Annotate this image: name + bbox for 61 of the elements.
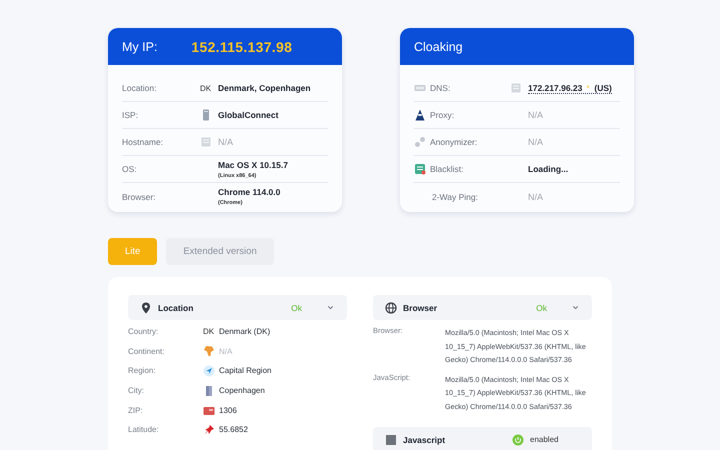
value-text: N/A bbox=[528, 137, 544, 147]
country-code: DK bbox=[203, 327, 214, 336]
row-label: ISP: bbox=[122, 110, 140, 120]
card-title: My IP: bbox=[122, 40, 158, 54]
mailbox-icon bbox=[203, 404, 215, 416]
value-text: Chrome 114.0.0 bbox=[218, 187, 280, 197]
row-label: Country: bbox=[128, 327, 160, 336]
row-label: OS: bbox=[122, 164, 138, 174]
document-icon bbox=[510, 82, 522, 94]
chevron-down-icon bbox=[326, 303, 335, 312]
row-label: Region: bbox=[128, 366, 157, 376]
value-text: N/A bbox=[528, 110, 544, 120]
building-icon bbox=[203, 384, 215, 397]
row-label: Anonymizer: bbox=[430, 137, 478, 147]
value-text: Capital Region bbox=[219, 366, 272, 376]
value-text: Denmark, Copenhagen bbox=[218, 83, 311, 93]
section-title: Javascript bbox=[403, 434, 446, 444]
value-text: Denmark (DK) bbox=[219, 327, 270, 336]
section-title: Location bbox=[158, 302, 194, 312]
row-label: Blacklist: bbox=[430, 164, 464, 174]
status-text: Ok bbox=[536, 302, 547, 312]
value-text: N/A bbox=[218, 137, 234, 147]
row-label: Hostname: bbox=[122, 137, 164, 147]
row-label: City: bbox=[128, 386, 145, 396]
section-title: Browser bbox=[403, 302, 438, 312]
server-icon bbox=[200, 109, 212, 121]
section-header[interactable]: Location Ok bbox=[128, 295, 347, 320]
country-text: (US) bbox=[594, 82, 612, 92]
status-text: enabled bbox=[530, 435, 560, 444]
ip-address: 152.115.137.98 bbox=[191, 38, 292, 54]
status-text: Ok bbox=[291, 302, 302, 312]
javascript-icon bbox=[385, 434, 397, 446]
row-label: Proxy: bbox=[430, 110, 454, 120]
card-title: Cloaking bbox=[414, 40, 463, 54]
row-label: Latitude: bbox=[128, 425, 160, 434]
row-label: DNS: bbox=[430, 83, 450, 93]
country-code: DK bbox=[200, 84, 212, 92]
value-text: GlobalConnect bbox=[218, 110, 278, 120]
value-text: N/A bbox=[219, 346, 232, 356]
value-text: 1306 bbox=[219, 406, 237, 415]
row-label: ZIP: bbox=[128, 406, 144, 415]
section-header[interactable]: Browser Ok bbox=[373, 295, 592, 320]
globe-icon bbox=[385, 302, 397, 314]
list-icon bbox=[414, 163, 426, 175]
location-pin-icon bbox=[140, 302, 152, 314]
value-text: 55.6852 bbox=[219, 425, 248, 434]
document-icon bbox=[200, 136, 212, 148]
row-label: Continent: bbox=[128, 346, 166, 356]
value-text: 172.217.96.23 bbox=[528, 82, 582, 92]
value-text: Loading... bbox=[528, 164, 568, 174]
pin-icon bbox=[203, 424, 215, 436]
chevron-down-icon bbox=[571, 303, 580, 312]
row-label: Location: bbox=[122, 83, 158, 93]
value-text: Copenhagen bbox=[219, 386, 265, 396]
section-header[interactable]: Javascript enabled bbox=[373, 427, 592, 450]
navigation-icon bbox=[203, 364, 215, 377]
row-label: Browser: bbox=[122, 192, 157, 202]
value-text: N/A bbox=[528, 192, 544, 202]
row-label: 2-Way Ping: bbox=[432, 192, 478, 202]
value-text: Mac OS X 10.15.7 bbox=[218, 160, 288, 170]
computer-icon bbox=[414, 82, 426, 94]
